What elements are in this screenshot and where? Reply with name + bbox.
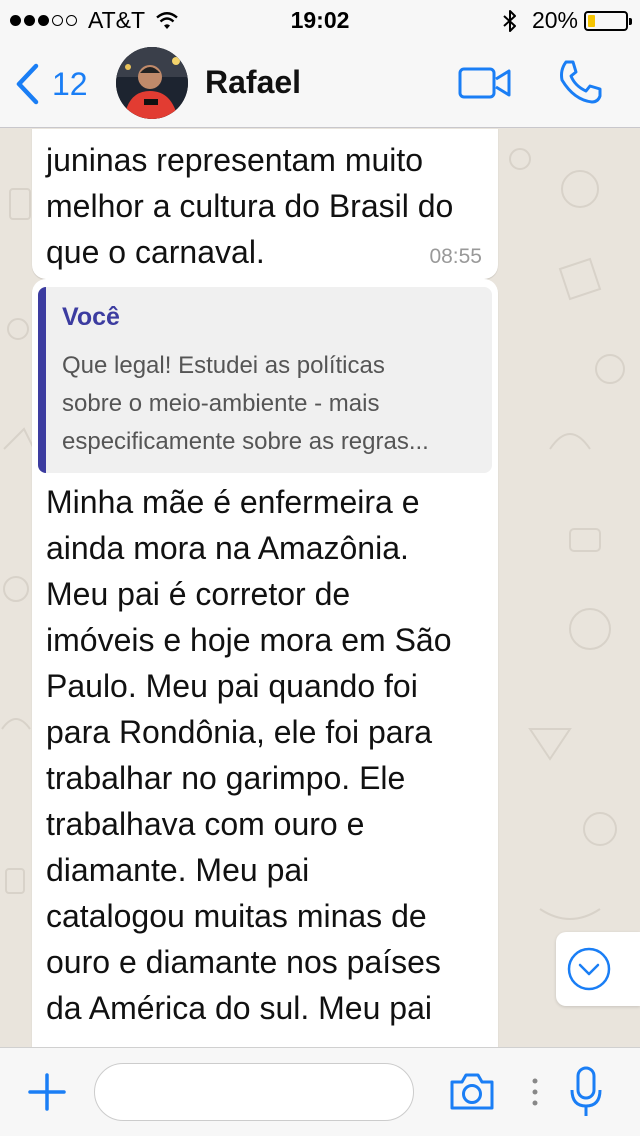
chat-area[interactable]: juninas representam muito melhor a cultu… xyxy=(0,129,640,1047)
battery-percent: 20% xyxy=(531,7,578,33)
quoted-reply[interactable]: Você Que legal! Estudei as políticas sob… xyxy=(38,287,492,473)
chevron-left-icon xyxy=(16,63,39,105)
avatar-photo xyxy=(116,47,188,119)
bluetooth-icon xyxy=(503,9,516,32)
phone-icon[interactable] xyxy=(556,58,604,106)
message-text: juninas representam muito melhor a cultu… xyxy=(46,142,454,270)
back-unread-count: 12 xyxy=(52,65,88,102)
message-composer xyxy=(0,1047,640,1136)
message-bubble-incoming[interactable]: Você Que legal! Estudei as políticas sob… xyxy=(32,279,498,1047)
scroll-to-bottom-button[interactable] xyxy=(556,932,640,1006)
status-bar: AT&T 19:02 20% xyxy=(0,0,640,40)
chevron-down-circle-icon xyxy=(567,947,611,991)
message-input[interactable] xyxy=(94,1063,414,1121)
more-options-icon[interactable] xyxy=(532,1078,538,1106)
message-timestamp: 08:55 xyxy=(429,245,482,268)
back-button[interactable]: 12 xyxy=(14,62,88,106)
video-camera-icon[interactable] xyxy=(458,64,512,102)
plus-icon[interactable] xyxy=(28,1073,66,1111)
quote-text: Que legal! Estudei as políticas sobre o … xyxy=(62,352,429,455)
camera-icon[interactable] xyxy=(448,1070,496,1112)
contact-name[interactable]: Rafael xyxy=(205,64,301,101)
battery-fill xyxy=(588,14,595,27)
message-bubble-incoming[interactable]: juninas representam muito melhor a cultu… xyxy=(32,129,498,279)
chat-header: 12 Rafael xyxy=(0,40,640,128)
status-right: 20% xyxy=(502,7,632,34)
quote-author: Você xyxy=(62,303,120,331)
battery-icon xyxy=(584,10,632,31)
quote-accent-bar xyxy=(38,287,46,473)
message-text: Minha mãe é enfermeira e ainda mora na A… xyxy=(46,484,452,1026)
microphone-icon[interactable] xyxy=(568,1066,604,1118)
contact-avatar[interactable] xyxy=(116,47,188,119)
